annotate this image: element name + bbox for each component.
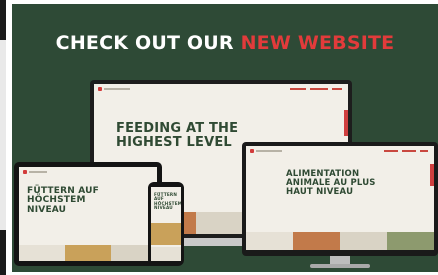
banner-headline: CHECK OUT OUR NEW WEBSITE: [12, 32, 438, 54]
phone-screen: FÜTTERN AUF HÖCHSTEM NIVEAU: [151, 187, 181, 261]
website-promo-banner[interactable]: CHECK OUT OUR NEW WEBSITE FEEDING AT THE…: [12, 4, 438, 272]
left-edge-strip: [0, 0, 6, 275]
laptop-hero-title: FEEDING AT THE HIGHEST LEVEL: [116, 121, 239, 150]
logo-icon: [23, 170, 27, 174]
phone-hero-title: FÜTTERN AUF HÖCHSTEM NIVEAU: [154, 192, 181, 211]
tablet-mockup: FÜTTERN AUF HÖCHSTEM NIVEAU: [14, 162, 162, 266]
monitor-screen: ALIMENTATION ANIMALE AU PLUS HAUT NIVEAU: [246, 146, 434, 250]
site-nav: [94, 84, 348, 94]
monitor-hero-title: ALIMENTATION ANIMALE AU PLUS HAUT NIVEAU: [286, 169, 376, 197]
logo-icon: [98, 87, 102, 91]
tablet-screen: FÜTTERN AUF HÖCHSTEM NIVEAU: [19, 167, 157, 261]
tablet-hero-title: FÜTTERN AUF HÖCHSTEM NIVEAU: [27, 186, 100, 215]
logo-icon: [250, 149, 254, 153]
headline-text: CHECK OUT OUR: [55, 32, 241, 54]
phone-mockup: FÜTTERN AUF HÖCHSTEM NIVEAU: [148, 182, 184, 266]
desktop-monitor-mockup: ALIMENTATION ANIMALE AU PLUS HAUT NIVEAU: [242, 142, 438, 270]
headline-highlight: NEW WEBSITE: [240, 32, 395, 54]
